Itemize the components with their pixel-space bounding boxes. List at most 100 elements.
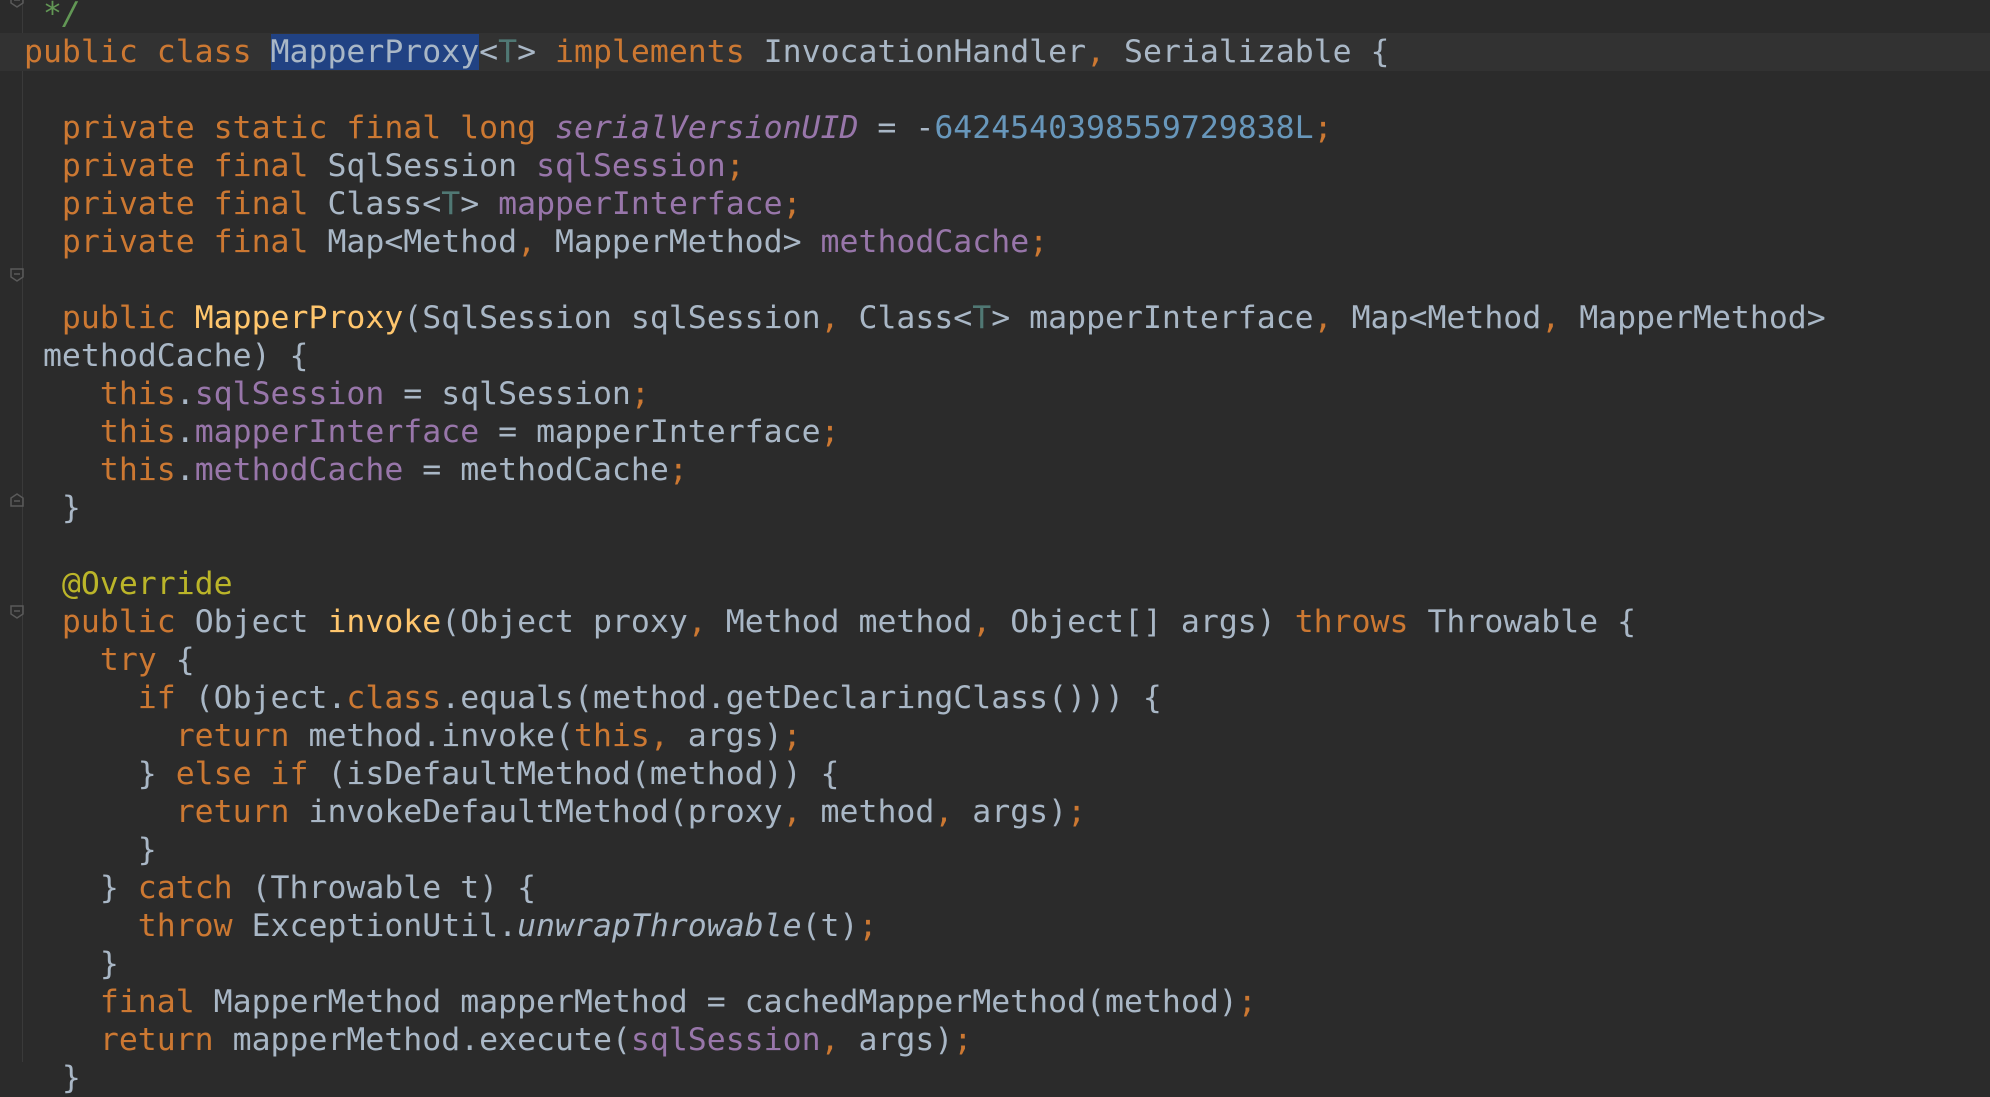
- code-token: private final: [24, 148, 328, 184]
- code-token: ,: [972, 604, 1011, 640]
- code-token: throw: [24, 908, 252, 944]
- code-line[interactable]: private static final long serialVersionU…: [0, 109, 1990, 147]
- code-token: = methodCache: [403, 452, 669, 488]
- code-line[interactable]: final MapperMethod mapperMethod = cached…: [0, 983, 1990, 1021]
- code-token: else if: [175, 756, 328, 792]
- code-token: args): [972, 794, 1068, 830]
- code-token: (Object.: [194, 680, 347, 716]
- code-token: (isDefaultMethod(method)) {: [327, 756, 840, 792]
- code-line[interactable]: return method.invoke(this, args);: [0, 717, 1990, 755]
- code-line[interactable]: }: [0, 945, 1990, 983]
- code-line[interactable]: this.sqlSession = sqlSession;: [0, 375, 1990, 413]
- code-token: sqlSession: [536, 148, 726, 184]
- code-line[interactable]: private final Class<T> mapperInterface;: [0, 185, 1990, 223]
- code-token: */: [24, 0, 81, 32]
- code-token: serialVersionUID: [555, 110, 859, 146]
- code-token: sqlSession: [194, 376, 385, 412]
- code-line[interactable]: }: [0, 1059, 1990, 1097]
- code-token: ;: [668, 452, 688, 488]
- selected-identifier: MapperProxy: [270, 34, 480, 70]
- code-token: ,: [517, 224, 556, 260]
- code-token: public: [24, 604, 195, 640]
- code-token: methodCache) {: [24, 338, 309, 374]
- code-line[interactable]: @Override: [0, 565, 1990, 603]
- code-token: ,: [649, 718, 688, 754]
- code-line[interactable]: [0, 527, 1990, 565]
- code-token: MapperProxy: [194, 300, 404, 336]
- code-line[interactable]: methodCache) {: [0, 337, 1990, 375]
- code-token: return: [24, 718, 309, 754]
- code-token: catch: [137, 870, 252, 906]
- code-token: T: [441, 186, 461, 222]
- code-token: ,: [782, 794, 821, 830]
- code-token: return: [24, 1022, 233, 1058]
- code-token: method.invoke(: [308, 718, 574, 754]
- code-token: private final: [24, 224, 328, 260]
- code-token: MapperMethod>: [1579, 300, 1826, 336]
- code-token: throws: [1294, 604, 1428, 640]
- code-token: ;: [1029, 224, 1049, 260]
- code-line[interactable]: return invokeDefaultMethod(proxy, method…: [0, 793, 1990, 831]
- code-token: method: [820, 794, 935, 830]
- code-token: ;: [1067, 794, 1087, 830]
- code-token: Throwable {: [1427, 604, 1637, 640]
- code-line[interactable]: this.methodCache = methodCache;: [0, 451, 1990, 489]
- code-token: ,: [1313, 300, 1352, 336]
- code-token: (Throwable t) {: [251, 870, 537, 906]
- code-token: }: [24, 832, 157, 868]
- code-line[interactable]: */: [0, 0, 1990, 33]
- code-token: (Object proxy: [441, 604, 688, 640]
- code-token: class: [346, 680, 442, 716]
- code-token: (SqlSession sqlSession: [403, 300, 821, 336]
- code-token: ;: [1237, 984, 1257, 1020]
- code-token: Object[] args): [1010, 604, 1295, 640]
- code-line[interactable]: } else if (isDefaultMethod(method)) {: [0, 755, 1990, 793]
- code-token: unwrapThrowable: [517, 908, 802, 944]
- code-token: = sqlSession: [384, 376, 631, 412]
- code-line[interactable]: public MapperProxy(SqlSession sqlSession…: [0, 299, 1990, 337]
- code-token: = -: [858, 110, 935, 146]
- code-token: methodCache: [194, 452, 404, 488]
- code-token: MapperMethod mapperMethod = cachedMapper…: [213, 984, 1238, 1020]
- code-token: ;: [1313, 110, 1333, 146]
- code-line[interactable]: }: [0, 831, 1990, 869]
- code-token: ;: [725, 148, 745, 184]
- code-line[interactable]: try {: [0, 641, 1990, 679]
- code-token: Method method: [725, 604, 973, 640]
- code-line[interactable]: this.mapperInterface = mapperInterface;: [0, 413, 1990, 451]
- code-token: if: [24, 680, 195, 716]
- code-token: }: [24, 870, 138, 906]
- code-token: return: [24, 794, 309, 830]
- code-token: ;: [630, 376, 650, 412]
- code-line[interactable]: [0, 261, 1990, 299]
- code-line[interactable]: }: [0, 489, 1990, 527]
- code-token: ,: [820, 300, 859, 336]
- code-line[interactable]: public Object invoke(Object proxy, Metho…: [0, 603, 1990, 641]
- code-editor[interactable]: */public class MapperProxy<T> implements…: [0, 0, 1990, 1096]
- code-token: {: [175, 642, 195, 678]
- code-token: implements: [555, 34, 764, 70]
- code-line[interactable]: private final Map<Method, MapperMethod> …: [0, 223, 1990, 261]
- code-line[interactable]: throw ExceptionUtil.unwrapThrowable(t);: [0, 907, 1990, 945]
- code-token: .: [175, 452, 195, 488]
- code-line[interactable]: private final SqlSession sqlSession;: [0, 147, 1990, 185]
- code-line[interactable]: [0, 71, 1990, 109]
- code-token: public: [24, 300, 195, 336]
- code-line[interactable]: return mapperMethod.execute(sqlSession, …: [0, 1021, 1990, 1059]
- code-token: Serializable {: [1124, 34, 1390, 70]
- code-line[interactable]: } catch (Throwable t) {: [0, 869, 1990, 907]
- code-token: this: [24, 452, 176, 488]
- code-token: SqlSession: [327, 148, 537, 184]
- code-line[interactable]: public class MapperProxy<T> implements I…: [0, 33, 1990, 71]
- code-area[interactable]: */public class MapperProxy<T> implements…: [0, 0, 1990, 1096]
- code-token: invokeDefaultMethod(proxy: [308, 794, 783, 830]
- code-token: invoke: [327, 604, 442, 640]
- code-token: .: [175, 376, 195, 412]
- code-token: sqlSession: [630, 1022, 821, 1058]
- code-token: >: [460, 186, 499, 222]
- code-token: T: [498, 34, 518, 70]
- code-token: ,: [1086, 34, 1125, 70]
- code-line[interactable]: if (Object.class.equals(method.getDeclar…: [0, 679, 1990, 717]
- code-token: this: [24, 414, 176, 450]
- code-token: ;: [782, 186, 802, 222]
